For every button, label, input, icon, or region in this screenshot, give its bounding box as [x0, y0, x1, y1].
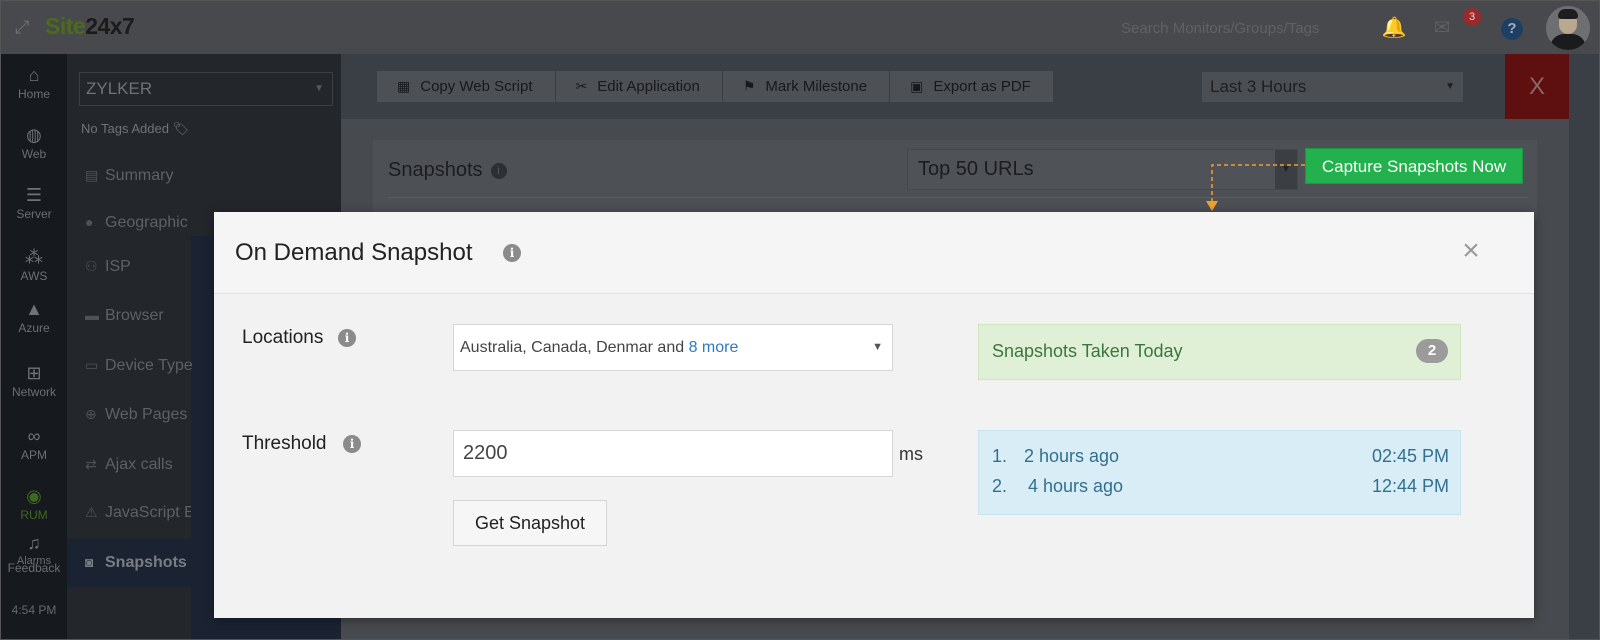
- nav-azure[interactable]: ▲ Azure: [1, 299, 67, 335]
- snapshot-history-list: 1. 2 hours ago 02:45 PM 2. 4 hours ago 12:44…: [978, 430, 1461, 515]
- time-range-select[interactable]: Last 3 Hours ▼: [1202, 72, 1463, 102]
- nav-home[interactable]: ⌂ Home: [1, 65, 67, 101]
- sub-nav-isp[interactable]: ⚇ ISP: [85, 258, 131, 276]
- logo[interactable]: Site24x7: [45, 13, 135, 40]
- monitor-icon: ▭: [85, 357, 99, 373]
- pdf-icon: ▣: [910, 78, 924, 94]
- app-window: ⤢ Site24x7 🔔 ✉ 3 ? ⌂Home ◍Web ☰Server ⁂A…: [0, 0, 1600, 640]
- script-icon: ▦: [397, 78, 411, 94]
- info-icon[interactable]: i: [338, 329, 356, 347]
- sub-nav-summary[interactable]: ▤ Summary: [85, 167, 173, 185]
- tools-icon: ✂: [575, 78, 588, 94]
- monitor-select[interactable]: ZYLKER ▼: [79, 72, 333, 106]
- network-icon: ⊞: [26, 363, 42, 383]
- divider: [388, 197, 1528, 198]
- chevron-down-icon: ▼: [1445, 81, 1455, 92]
- expand-icon[interactable]: ⤢: [15, 17, 35, 37]
- flag-icon: ⚑: [742, 78, 756, 94]
- threshold-input[interactable]: [453, 430, 893, 477]
- aws-icon: ⁂: [25, 247, 43, 267]
- threshold-label: Threshold: [242, 433, 327, 454]
- locations-select[interactable]: Australia, Canada, Denmar and 8 more ▼: [453, 324, 893, 371]
- isp-icon: ⚇: [85, 258, 98, 274]
- apm-icon: ∞: [27, 426, 41, 446]
- on-demand-snapshot-modal: On Demand Snapshot i × Locations i Austr…: [214, 212, 1534, 618]
- tags-label[interactable]: No Tags Added 🏷: [81, 121, 189, 137]
- time-label: 4:54 PM: [11, 603, 57, 617]
- modal-header: On Demand Snapshot i ×: [214, 212, 1534, 294]
- nav-network[interactable]: ⊞ Network: [1, 363, 67, 399]
- chevron-down-icon: ▼: [872, 341, 883, 353]
- arrow-annotation: [1206, 164, 1305, 211]
- alarms-icon: ♫: [27, 533, 41, 553]
- arrow-line: [1211, 164, 1305, 205]
- server-icon: ☰: [25, 185, 43, 205]
- arrow-head: [1206, 201, 1218, 211]
- webpage-icon: ⊕: [85, 406, 97, 422]
- more-locations-link[interactable]: 8 more: [689, 339, 739, 356]
- nav-server[interactable]: ☰ Server: [1, 185, 67, 221]
- sub-nav-browser[interactable]: ▬ Browser: [85, 307, 164, 325]
- browser-icon: ▬: [85, 307, 99, 323]
- chevron-down-icon: ▼: [314, 83, 324, 94]
- nav-rum[interactable]: ◉ RUM: [1, 486, 67, 522]
- locations-label: Locations: [242, 327, 324, 348]
- sub-nav-javascript-errors[interactable]: ⚠JavaScript Errors: [85, 504, 191, 522]
- sub-nav-ajax-calls[interactable]: ⇄ Ajax calls: [85, 456, 173, 474]
- avatar[interactable]: [1546, 6, 1590, 50]
- snapshots-today-count: 2: [1416, 339, 1448, 363]
- nav-aws[interactable]: ⁂ AWS: [1, 247, 67, 283]
- sub-nav-web-pages[interactable]: ⊕ Web Pages: [85, 406, 187, 424]
- bell-icon[interactable]: 🔔: [1381, 15, 1407, 41]
- azure-icon: ▲: [25, 299, 43, 319]
- copy-web-script-button[interactable]: ▦ Copy Web Script: [377, 71, 556, 102]
- home-icon: ⌂: [28, 65, 40, 85]
- snapshots-today-box: Snapshots Taken Today 2: [978, 324, 1461, 380]
- close-panel-button[interactable]: X: [1505, 54, 1569, 119]
- sub-nav-snapshots[interactable]: ◙ Snapshots: [85, 554, 187, 572]
- toolbar: ▦ Copy Web Script ✂ Edit Application ⚑ Mark…: [377, 71, 1054, 102]
- threshold-unit: ms: [899, 444, 923, 464]
- export-pdf-button[interactable]: ▣ Export as PDF: [890, 71, 1054, 102]
- globe-icon: ◍: [26, 125, 42, 145]
- mark-milestone-button[interactable]: ⚑ Mark Milestone: [722, 71, 891, 102]
- alarm-icon[interactable]: ✉: [1429, 15, 1455, 41]
- warning-icon: ⚠: [85, 504, 98, 520]
- nav-feedback[interactable]: Feedback: [1, 561, 67, 575]
- capture-snapshots-button[interactable]: Capture Snapshots Now: [1305, 148, 1523, 184]
- camera-icon: ◙: [85, 554, 94, 570]
- edit-application-button[interactable]: ✂ Edit Application: [555, 71, 723, 102]
- info-icon[interactable]: i: [503, 244, 521, 262]
- refresh-icon: ⇄: [85, 456, 97, 472]
- snapshots-title: Snapshots i: [388, 159, 507, 182]
- nav-web[interactable]: ◍ Web: [1, 125, 67, 161]
- modal-close-button[interactable]: ×: [1457, 234, 1485, 268]
- list-item[interactable]: 1. 2 hours ago 02:45 PM: [992, 446, 1449, 467]
- top-header: ⤢ Site24x7 🔔 ✉ 3 ?: [1, 1, 1599, 54]
- sub-nav-geographic[interactable]: ● Geographic: [85, 214, 188, 232]
- search-input[interactable]: [1121, 15, 1381, 41]
- pin-icon: ●: [85, 214, 94, 230]
- snapshots-today-label: Snapshots Taken Today: [992, 341, 1183, 361]
- info-icon[interactable]: i: [343, 435, 361, 453]
- document-icon: ▤: [85, 167, 99, 183]
- nav-apm[interactable]: ∞ APM: [1, 426, 67, 462]
- get-snapshot-button[interactable]: Get Snapshot: [453, 500, 607, 546]
- rum-icon: ◉: [26, 486, 42, 506]
- sub-nav-device-type[interactable]: ▭ Device Type: [85, 357, 193, 375]
- list-item[interactable]: 2. 4 hours ago 12:44 PM: [992, 476, 1449, 497]
- info-icon[interactable]: i: [490, 163, 507, 179]
- tag-icon: 🏷: [172, 121, 190, 136]
- help-icon[interactable]: ?: [1501, 18, 1523, 40]
- modal-title: On Demand Snapshot: [235, 239, 473, 266]
- alert-count-badge: 3: [1463, 8, 1481, 26]
